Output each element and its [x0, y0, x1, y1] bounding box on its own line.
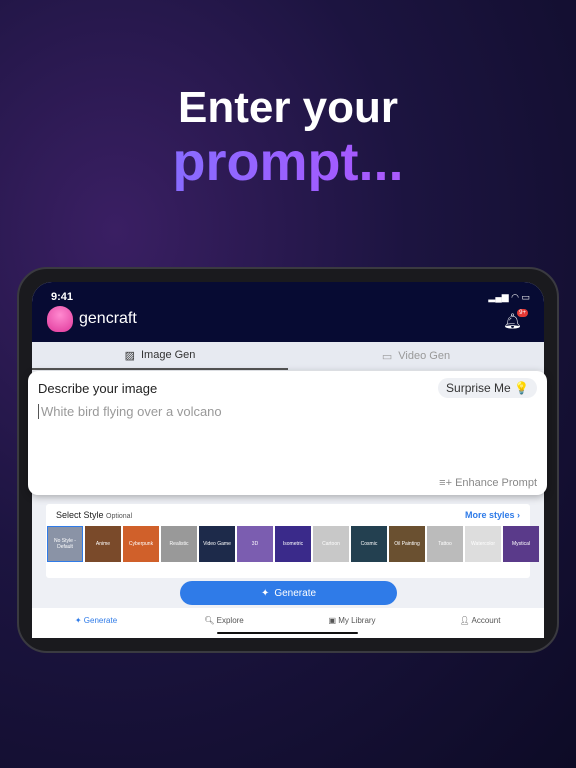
style-thumb[interactable]: Watercolor — [465, 526, 501, 562]
top-bar: 9:41 ▂▄▆ ◠ ▭ gencraft 🔔︎ 9+ — [32, 282, 544, 342]
status-time: 9:41 — [51, 291, 74, 303]
headline: Enter your prompt... — [0, 83, 576, 193]
app-name: gencraft — [79, 310, 137, 327]
octopus-icon — [47, 306, 73, 332]
style-thumb[interactable]: 3D — [237, 526, 273, 562]
tab-image-gen[interactable]: ▨ Image Gen — [32, 342, 288, 370]
headline-line1: Enter your — [177, 83, 399, 132]
tabs: ▨ Image Gen ▭ Video Gen — [32, 342, 544, 370]
tab-label: Image Gen — [140, 349, 196, 361]
style-title: Select Style Optional — [56, 510, 133, 520]
headline-line2: prompt... — [0, 132, 576, 192]
surprise-me-button[interactable]: Surprise Me 💡 — [438, 378, 537, 398]
style-selector: Select Style Optional More styles › No St… — [46, 504, 539, 578]
more-styles-link[interactable]: More styles › — [465, 510, 520, 520]
style-thumb[interactable]: Oil Painting — [389, 526, 425, 562]
sparkle-icon: ✦ — [260, 587, 270, 599]
nav-account[interactable]: 👤︎ Account — [416, 608, 544, 638]
app-logo: gencraft — [47, 306, 137, 332]
home-indicator — [217, 632, 358, 634]
style-thumb[interactable]: Isometric — [275, 526, 311, 562]
style-thumb[interactable]: Anime — [85, 526, 121, 562]
enhance-icon: ≡+ — [439, 477, 456, 489]
tab-label: Video Gen — [398, 350, 451, 362]
notification-badge: 9+ — [517, 309, 528, 317]
tab-video-gen[interactable]: ▭ Video Gen — [288, 342, 544, 370]
status-icons: ▂▄▆ ◠ ▭ — [488, 292, 530, 302]
prompt-input[interactable]: White bird flying over a volcano — [38, 404, 222, 419]
generate-label: Generate — [274, 587, 317, 599]
enhance-label: Enhance Prompt — [455, 477, 537, 489]
style-thumb[interactable]: Cyberpunk — [123, 526, 159, 562]
style-thumb[interactable]: No Style - Default — [47, 526, 83, 562]
style-thumb[interactable]: Video Game — [199, 526, 235, 562]
video-icon: ▭ — [381, 350, 393, 363]
style-thumb[interactable]: Realistic — [161, 526, 197, 562]
generate-button[interactable]: ✦ Generate — [180, 581, 397, 605]
style-thumb[interactable]: Cartoon — [313, 526, 349, 562]
style-thumb[interactable]: Tattoo — [427, 526, 463, 562]
style-thumb[interactable]: Cosmic — [351, 526, 387, 562]
enhance-prompt-button[interactable]: ≡+ Enhance Prompt — [439, 477, 537, 489]
prompt-label: Describe your image — [38, 381, 158, 396]
prompt-card: Describe your image Surprise Me 💡 White … — [28, 371, 547, 495]
nav-generate[interactable]: ✦ Generate — [32, 608, 160, 638]
image-icon: ▨ — [124, 349, 135, 362]
style-thumb[interactable]: Mystical — [503, 526, 539, 562]
style-thumbnails: No Style - Default Anime Cyberpunk Realisti… — [46, 526, 539, 562]
